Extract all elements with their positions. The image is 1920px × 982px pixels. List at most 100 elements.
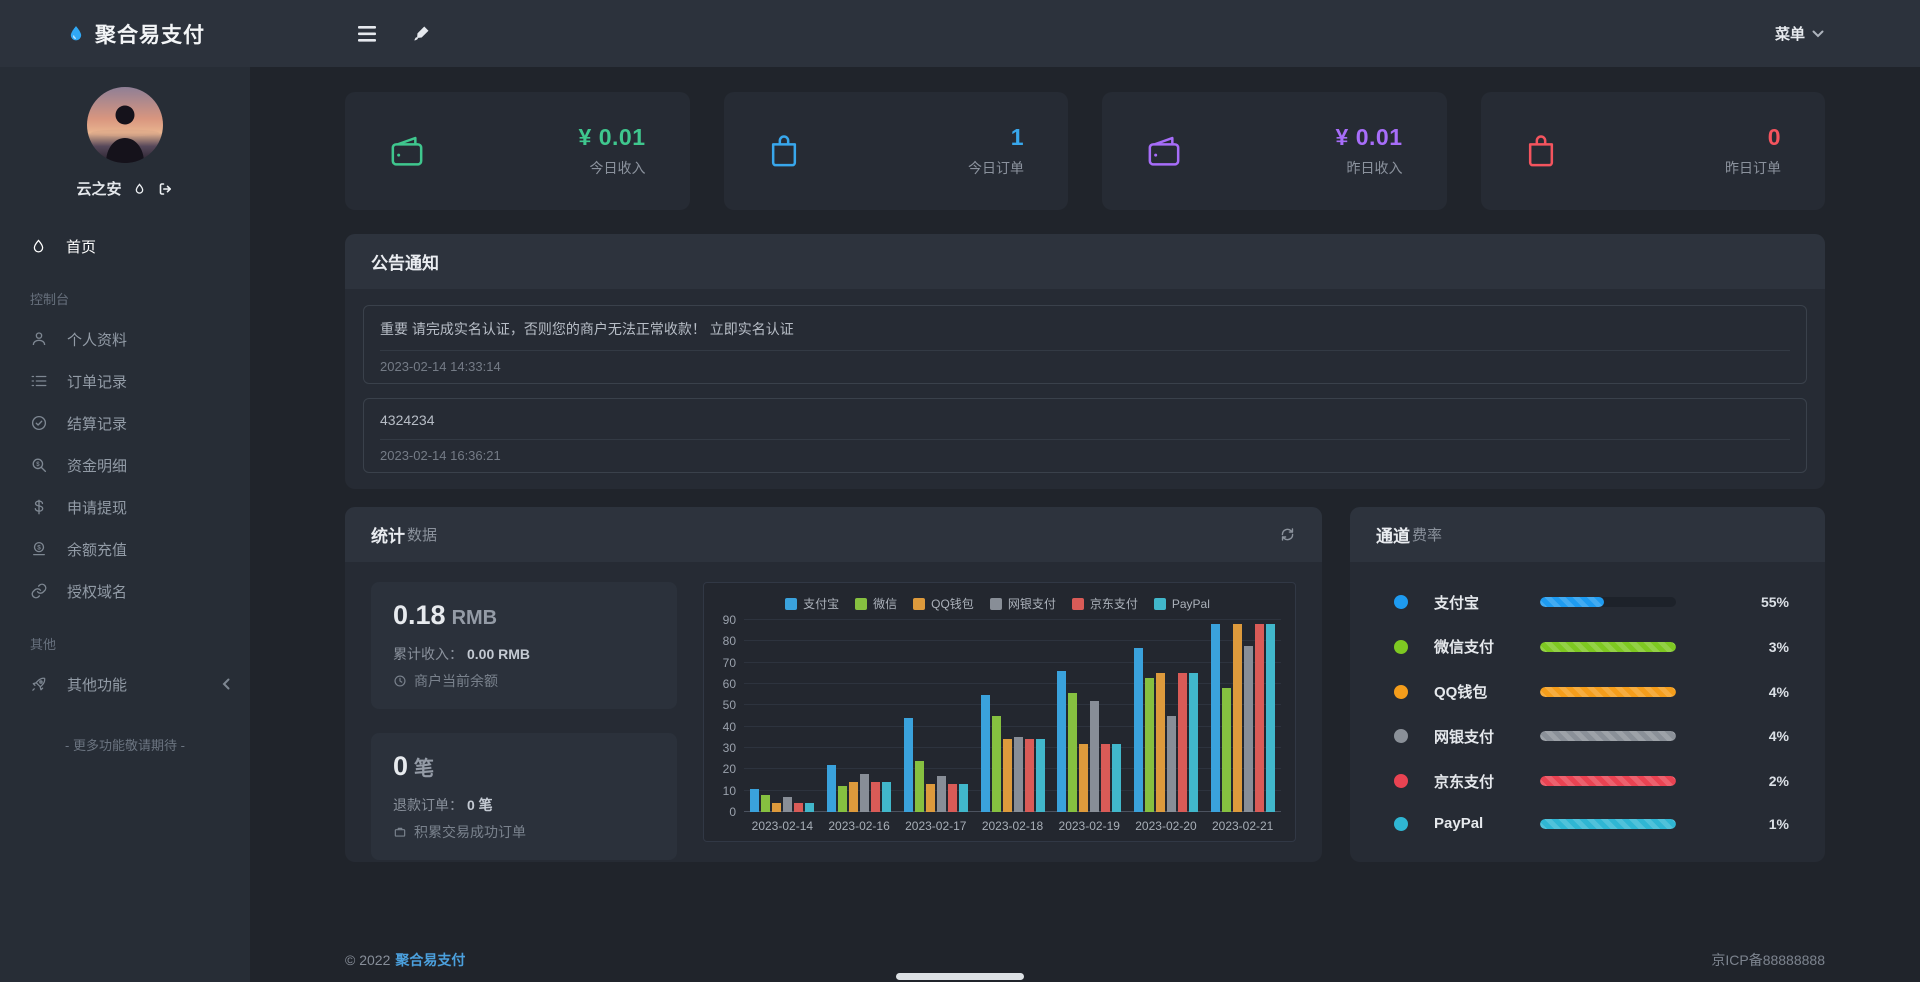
y-axis-tick-label: 80 xyxy=(723,635,736,647)
announcement-item[interactable]: 4324234 2023-02-14 16:36:21 xyxy=(363,398,1807,473)
legend-label: QQ钱包 xyxy=(931,595,974,612)
brand: 聚合易支付 xyxy=(0,19,250,49)
sidebar-item-domains[interactable]: 授权域名 xyxy=(0,570,250,612)
logout-icon[interactable] xyxy=(157,181,174,197)
rate-progress-fill xyxy=(1540,776,1676,786)
bar-微信[interactable] xyxy=(1222,688,1231,812)
y-axis-tick-label: 20 xyxy=(723,763,736,775)
bar-京东支付[interactable] xyxy=(1025,739,1034,812)
bar-网银支付[interactable] xyxy=(1244,646,1253,812)
bar-PayPal[interactable] xyxy=(882,782,891,812)
bar-京东支付[interactable] xyxy=(794,803,803,812)
footer-brand-link[interactable]: 聚合易支付 xyxy=(395,952,465,968)
bar-京东支付[interactable] xyxy=(1255,624,1264,812)
sidebar-item-home[interactable]: 首页 xyxy=(0,225,250,267)
sidebar-item-profile[interactable]: 个人资料 xyxy=(0,318,250,360)
bar-网银支付[interactable] xyxy=(860,774,869,812)
bar-支付宝[interactable] xyxy=(1057,671,1066,812)
bar-QQ钱包[interactable] xyxy=(1003,739,1012,812)
link-icon xyxy=(30,582,48,600)
balance-line1-value: 0.00 RMB xyxy=(467,646,530,662)
bar-QQ钱包[interactable] xyxy=(772,803,781,812)
avatar[interactable] xyxy=(87,87,163,163)
bar-支付宝[interactable] xyxy=(904,718,913,812)
bar-PayPal[interactable] xyxy=(1036,739,1045,812)
menu-dropdown-label: 菜单 xyxy=(1775,23,1805,44)
bar-PayPal[interactable] xyxy=(1189,673,1198,812)
bar-QQ钱包[interactable] xyxy=(1079,744,1088,812)
bar-PayPal[interactable] xyxy=(805,803,814,812)
bar-PayPal[interactable] xyxy=(959,784,968,812)
bar-网银支付[interactable] xyxy=(1167,716,1176,812)
sidebar-item-funds[interactable]: $ 资金明细 xyxy=(0,444,250,486)
bar-微信[interactable] xyxy=(1068,693,1077,812)
bar-支付宝[interactable] xyxy=(1134,648,1143,812)
sidebar-item-recharge[interactable]: $ 余额充值 xyxy=(0,528,250,570)
stat-cards-row: ¥ 0.01 今日收入 1 今日订单 ¥ 0.01 昨日收入 xyxy=(345,92,1825,210)
sidebar-item-orders[interactable]: 订单记录 xyxy=(0,360,250,402)
bar-网银支付[interactable] xyxy=(783,797,792,812)
legend-item-微信[interactable]: 微信 xyxy=(855,595,897,612)
sidebar-item-other-functions[interactable]: 其他功能 xyxy=(0,663,250,705)
bar-微信[interactable] xyxy=(761,795,770,812)
bar-微信[interactable] xyxy=(1145,678,1154,812)
legend-item-网银支付[interactable]: 网银支付 xyxy=(990,595,1056,612)
announcement-time: 2023-02-14 14:33:14 xyxy=(380,359,1790,374)
x-axis-label: 2023-02-18 xyxy=(974,819,1051,833)
bar-QQ钱包[interactable] xyxy=(1233,624,1242,812)
stat-card-value: ¥ 0.01 xyxy=(1336,124,1403,151)
horizontal-scrollbar-thumb[interactable] xyxy=(896,973,1024,980)
coin-icon: $ xyxy=(30,540,48,558)
legend-item-PayPal[interactable]: PayPal xyxy=(1154,595,1210,612)
bar-支付宝[interactable] xyxy=(750,789,759,812)
bar-微信[interactable] xyxy=(838,786,847,812)
bar-京东支付[interactable] xyxy=(871,782,880,812)
bar-网银支付[interactable] xyxy=(1090,701,1099,812)
bar-网银支付[interactable] xyxy=(1014,737,1023,812)
rate-row-netbank: 网银支付 4% xyxy=(1394,726,1789,747)
rate-progress-fill xyxy=(1540,597,1604,607)
refresh-icon[interactable] xyxy=(1279,526,1296,543)
stat-card-value: ¥ 0.01 xyxy=(579,124,646,151)
announcements-panel: 公告通知 重要 请完成实名认证，否则您的商户无法正常收款！ 立即实名认证 202… xyxy=(345,234,1825,489)
bar-网银支付[interactable] xyxy=(937,776,946,812)
list-icon xyxy=(30,372,48,390)
sidebar-item-label: 授权域名 xyxy=(67,581,127,602)
bar-QQ钱包[interactable] xyxy=(926,784,935,812)
rate-progress-fill xyxy=(1540,731,1676,741)
refunds-caption: 积累交易成功订单 xyxy=(414,822,526,842)
bar-QQ钱包[interactable] xyxy=(1156,673,1165,812)
legend-item-QQ钱包[interactable]: QQ钱包 xyxy=(913,595,974,612)
refunds-unit: 笔 xyxy=(414,758,434,780)
bar-group-2023-02-17 xyxy=(897,620,974,812)
bar-支付宝[interactable] xyxy=(981,695,990,812)
rate-progress-bar xyxy=(1540,776,1676,786)
channel-label: 微信支付 xyxy=(1434,636,1534,657)
bar-微信[interactable] xyxy=(992,716,1001,812)
bar-PayPal[interactable] xyxy=(1112,744,1121,812)
bar-微信[interactable] xyxy=(915,761,924,812)
menu-dropdown[interactable]: 菜单 xyxy=(1775,23,1920,44)
bar-支付宝[interactable] xyxy=(827,765,836,812)
sidebar-item-settlements[interactable]: 结算记录 xyxy=(0,402,250,444)
legend-item-京东支付[interactable]: 京东支付 xyxy=(1072,595,1138,612)
hamburger-menu-icon[interactable] xyxy=(354,22,382,46)
user-drop-icon[interactable] xyxy=(133,181,146,197)
channel-rates-body: 支付宝 55% 微信支付 3% QQ钱包 4% xyxy=(1350,562,1825,862)
legend-item-支付宝[interactable]: 支付宝 xyxy=(785,595,839,612)
bar-支付宝[interactable] xyxy=(1211,624,1220,812)
bar-京东支付[interactable] xyxy=(1178,673,1187,812)
announcement-item[interactable]: 重要 请完成实名认证，否则您的商户无法正常收款！ 立即实名认证 2023-02-… xyxy=(363,305,1807,384)
bar-京东支付[interactable] xyxy=(948,784,957,812)
theme-brush-icon[interactable] xyxy=(408,20,435,47)
bar-京东支付[interactable] xyxy=(1101,744,1110,812)
sidebar-item-withdraw[interactable]: 申请提现 xyxy=(0,486,250,528)
divider xyxy=(380,350,1790,351)
bar-PayPal[interactable] xyxy=(1266,624,1275,812)
dollar-icon xyxy=(30,498,48,516)
bar-QQ钱包[interactable] xyxy=(849,782,858,812)
top-navbar: 聚合易支付 菜单 xyxy=(0,0,1920,67)
brand-name: 聚合易支付 xyxy=(95,19,205,49)
sidebar-item-label: 首页 xyxy=(66,236,96,257)
page-footer: © 2022聚合易支付 京ICP备88888888 xyxy=(345,950,1825,970)
